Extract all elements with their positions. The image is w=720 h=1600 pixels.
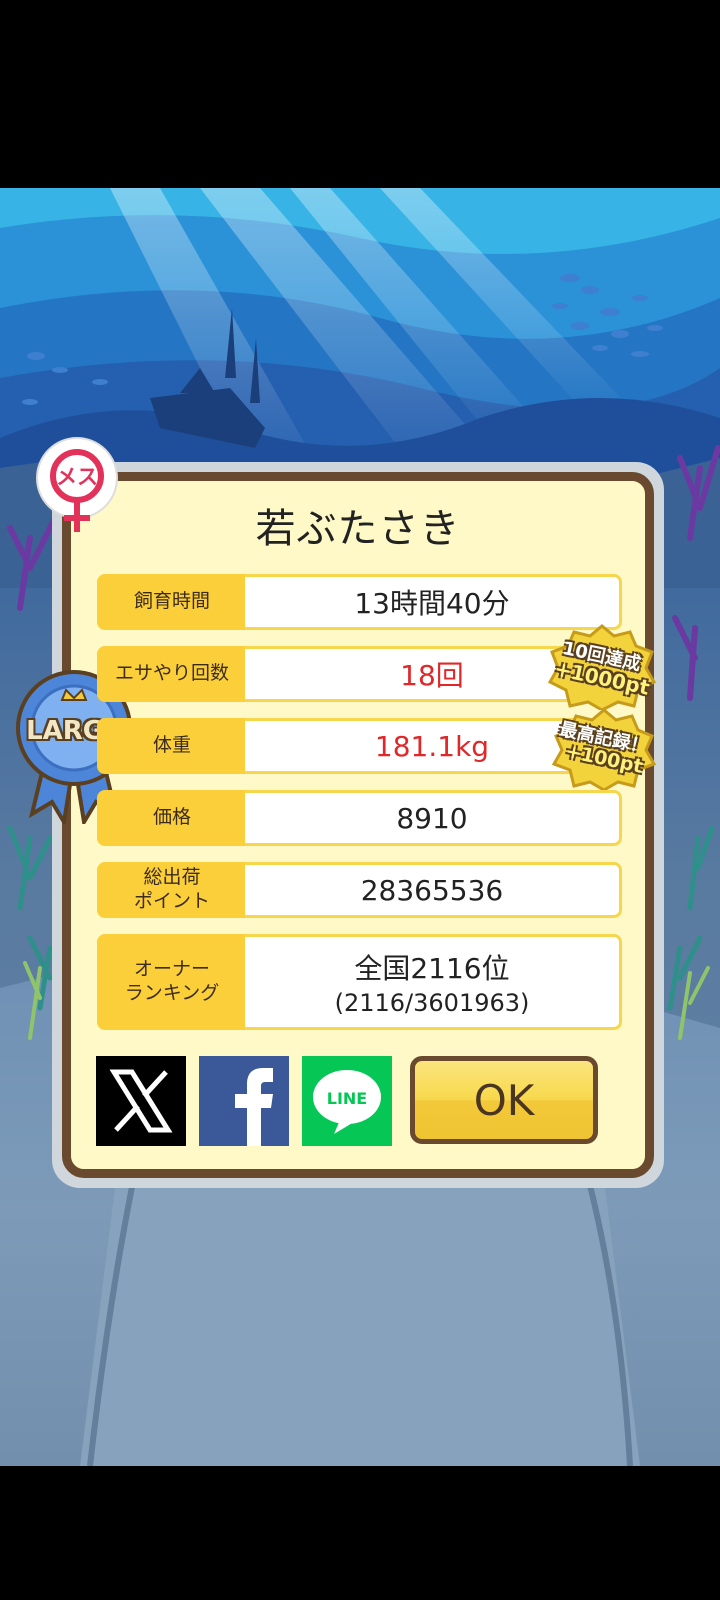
stat-row-weight: 体重 181.1kg	[97, 718, 622, 774]
stat-value-text: 13時間40分	[354, 587, 510, 620]
stat-value: 全国2116位 (2116/3601963)	[245, 934, 622, 1030]
stat-value-text: 28365536	[360, 873, 504, 907]
ok-button[interactable]: OK	[410, 1056, 598, 1144]
stat-row-owner-ranking: オーナー ランキング 全国2116位 (2116/3601963)	[97, 934, 622, 1030]
ranking-detail: (2116/3601963)	[334, 989, 530, 1017]
stat-label: 飼育時間	[97, 574, 247, 630]
ranking-text: 全国2116位	[354, 952, 510, 985]
bonus-badge-record: 最高記録！ +100pt	[551, 708, 657, 792]
share-facebook-button[interactable]	[199, 1056, 289, 1146]
stat-row-total-points: 総出荷 ポイント 28365536	[97, 862, 622, 918]
stat-label: 総出荷 ポイント	[97, 862, 247, 918]
stat-value: 28365536	[245, 862, 622, 918]
stat-value-text: 8910	[396, 801, 468, 835]
stat-value: 13時間40分	[245, 574, 622, 630]
facebook-logo-icon	[235, 1068, 273, 1146]
stat-row-raising-time: 飼育時間 13時間40分	[97, 574, 622, 630]
stat-label: 価格	[97, 790, 247, 846]
share-x-button[interactable]	[96, 1056, 186, 1146]
stat-label: エサやり回数	[97, 646, 247, 702]
stat-label: オーナー ランキング	[97, 934, 247, 1030]
stat-value-text: 18回	[400, 659, 464, 692]
line-logo-text: LINE	[326, 1089, 368, 1108]
gender-label: メス	[56, 465, 98, 489]
pig-name-title: 若ぶたさき	[255, 506, 461, 552]
bonus-badge-feed: 10回達成 +1000pt	[547, 624, 657, 712]
stat-row-price: 価格 8910	[97, 790, 622, 846]
share-line-button[interactable]: LINE	[302, 1056, 392, 1146]
stat-value-text: 181.1kg	[374, 729, 490, 763]
x-logo-icon	[109, 1069, 173, 1133]
stat-row-feed-count: エサやり回数 18回	[97, 646, 622, 702]
stat-label: 体重	[97, 718, 247, 774]
stat-value: 8910	[245, 790, 622, 846]
